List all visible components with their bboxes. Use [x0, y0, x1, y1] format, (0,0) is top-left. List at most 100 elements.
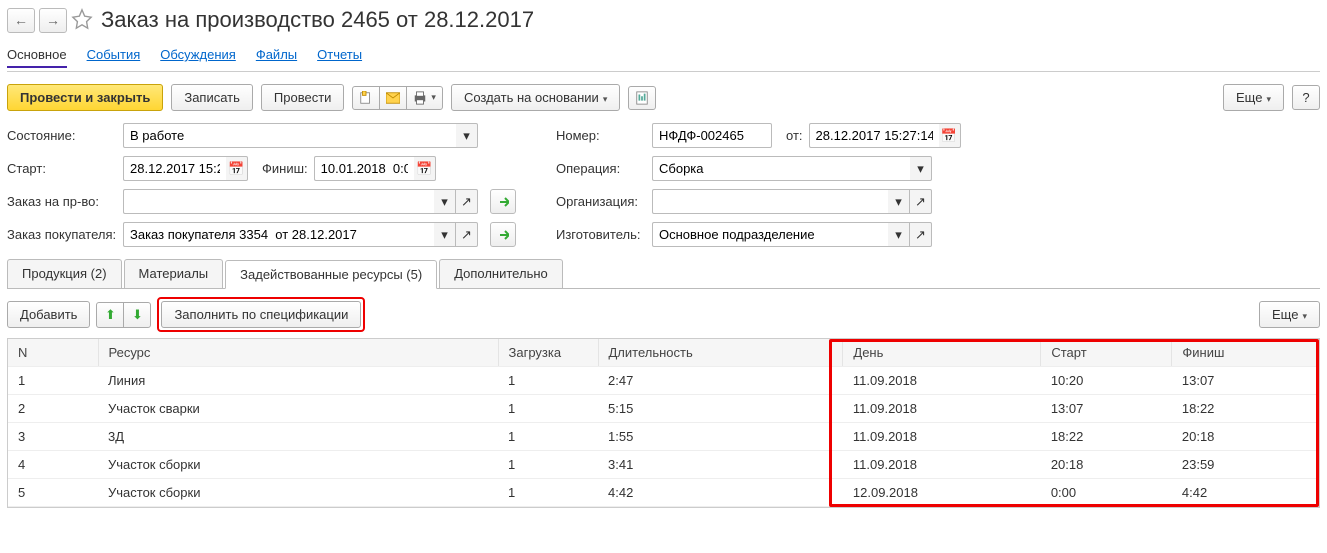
nav-tab-events[interactable]: События: [87, 43, 141, 68]
finish-input[interactable]: [314, 156, 414, 181]
calendar-icon[interactable]: 📅: [939, 123, 961, 148]
date-input[interactable]: [809, 123, 939, 148]
cell-load: 1: [498, 451, 598, 479]
org-label: Организация:: [556, 194, 646, 209]
cell-duration: 2:47: [598, 367, 843, 395]
tab-products[interactable]: Продукция (2): [7, 259, 122, 288]
col-finish[interactable]: Финиш: [1172, 339, 1319, 367]
start-input[interactable]: [123, 156, 226, 181]
nav-tab-files[interactable]: Файлы: [256, 43, 297, 68]
prod-order-input[interactable]: [123, 189, 434, 214]
post-button[interactable]: Провести: [261, 84, 345, 111]
link-green-icon[interactable]: [490, 222, 516, 247]
cell-n: 3: [8, 423, 98, 451]
cell-finish: 23:59: [1172, 451, 1319, 479]
dropdown-icon[interactable]: ▾: [434, 189, 456, 214]
page-title: Заказ на производство 2465 от 28.12.2017: [101, 7, 534, 33]
tab-materials[interactable]: Материалы: [124, 259, 224, 288]
more-button[interactable]: Еще▾: [1223, 84, 1284, 111]
cell-duration: 5:15: [598, 395, 843, 423]
state-label: Состояние:: [7, 128, 117, 143]
nav-tab-main[interactable]: Основное: [7, 43, 67, 68]
cell-n: 5: [8, 479, 98, 507]
cust-order-input[interactable]: [123, 222, 434, 247]
nav-forward-button[interactable]: →: [39, 8, 67, 33]
table-row[interactable]: 5Участок сборки14:4212.09.20180:004:42: [8, 479, 1319, 507]
cell-duration: 1:55: [598, 423, 843, 451]
col-duration[interactable]: Длительность: [598, 339, 843, 367]
operation-input[interactable]: [652, 156, 910, 181]
open-icon[interactable]: ↗: [910, 222, 932, 247]
cell-finish: 18:22: [1172, 395, 1319, 423]
col-resource[interactable]: Ресурс: [98, 339, 498, 367]
col-load[interactable]: Загрузка: [498, 339, 598, 367]
cell-resource: Линия: [98, 367, 498, 395]
cell-day: 11.09.2018: [843, 367, 1041, 395]
tab-extra[interactable]: Дополнительно: [439, 259, 563, 288]
report-icon[interactable]: [628, 86, 656, 110]
move-down-icon[interactable]: ⬇: [123, 302, 151, 328]
table-row[interactable]: 4Участок сборки13:4111.09.201820:1823:59: [8, 451, 1319, 479]
table-row[interactable]: 2Участок сварки15:1511.09.201813:0718:22: [8, 395, 1319, 423]
create-based-button[interactable]: Создать на основании▾: [451, 84, 620, 111]
cell-finish: 4:42: [1172, 479, 1319, 507]
col-n[interactable]: N: [8, 339, 98, 367]
dropdown-icon[interactable]: ▾: [910, 156, 932, 181]
cell-day: 12.09.2018: [843, 479, 1041, 507]
from-label: от:: [786, 128, 803, 143]
dropdown-icon[interactable]: ▾: [888, 222, 910, 247]
nav-back-button[interactable]: ←: [7, 8, 35, 33]
table-row[interactable]: 1Линия12:4711.09.201810:2013:07: [8, 367, 1319, 395]
org-input[interactable]: [652, 189, 888, 214]
open-icon[interactable]: ↗: [456, 189, 478, 214]
finish-label: Финиш:: [262, 161, 308, 176]
col-day[interactable]: День: [843, 339, 1041, 367]
calendar-icon[interactable]: 📅: [414, 156, 436, 181]
prod-order-label: Заказ на пр-во:: [7, 194, 117, 209]
favorite-star-icon[interactable]: [71, 8, 93, 33]
cell-start: 13:07: [1041, 395, 1172, 423]
dropdown-icon[interactable]: ▾: [888, 189, 910, 214]
help-button[interactable]: ?: [1292, 85, 1320, 110]
table-more-button[interactable]: Еще▾: [1259, 301, 1320, 328]
post-and-close-button[interactable]: Провести и закрыть: [7, 84, 163, 111]
number-label: Номер:: [556, 128, 646, 143]
cell-day: 11.09.2018: [843, 423, 1041, 451]
cell-duration: 4:42: [598, 479, 843, 507]
open-icon[interactable]: ↗: [910, 189, 932, 214]
dropdown-icon[interactable]: ▾: [434, 222, 456, 247]
maker-label: Изготовитель:: [556, 227, 646, 242]
state-input[interactable]: [123, 123, 456, 148]
cell-start: 20:18: [1041, 451, 1172, 479]
calendar-icon[interactable]: 📅: [226, 156, 248, 181]
table-header-row: N Ресурс Загрузка Длительность День Стар…: [8, 339, 1319, 367]
add-row-button[interactable]: Добавить: [7, 301, 90, 328]
attach-file-icon[interactable]: [352, 86, 380, 110]
cell-resource: Участок сборки: [98, 451, 498, 479]
open-icon[interactable]: ↗: [456, 222, 478, 247]
cell-finish: 13:07: [1172, 367, 1319, 395]
nav-tab-reports[interactable]: Отчеты: [317, 43, 362, 68]
col-start[interactable]: Старт: [1041, 339, 1172, 367]
cell-n: 4: [8, 451, 98, 479]
cell-day: 11.09.2018: [843, 451, 1041, 479]
link-green-icon[interactable]: [490, 189, 516, 214]
move-up-icon[interactable]: ⬆: [96, 302, 124, 328]
nav-tab-discussions[interactable]: Обсуждения: [160, 43, 236, 68]
cust-order-label: Заказ покупателя:: [7, 227, 117, 242]
email-icon[interactable]: [379, 86, 407, 110]
save-button[interactable]: Записать: [171, 84, 253, 111]
maker-input[interactable]: [652, 222, 888, 247]
cell-finish: 20:18: [1172, 423, 1319, 451]
cell-load: 1: [498, 479, 598, 507]
dropdown-icon[interactable]: ▾: [456, 123, 478, 148]
fill-by-spec-button[interactable]: Заполнить по спецификации: [161, 301, 361, 328]
table-row[interactable]: 33Д11:5511.09.201818:2220:18: [8, 423, 1319, 451]
cell-resource: 3Д: [98, 423, 498, 451]
cell-n: 2: [8, 395, 98, 423]
start-label: Старт:: [7, 161, 117, 176]
number-input[interactable]: [652, 123, 772, 148]
cell-load: 1: [498, 367, 598, 395]
print-icon[interactable]: ▾: [406, 86, 443, 110]
tab-resources[interactable]: Задействованные ресурсы (5): [225, 260, 437, 289]
